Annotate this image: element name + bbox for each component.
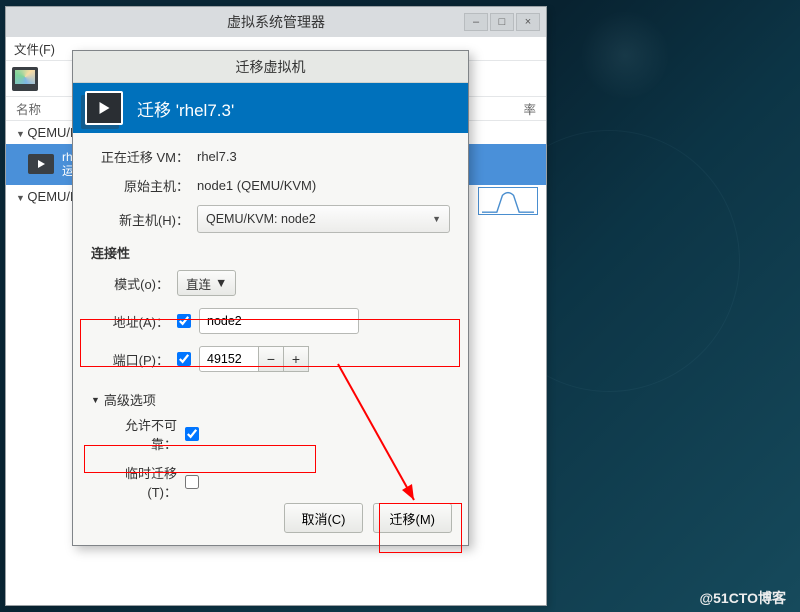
maximize-btn[interactable]: □ (490, 13, 514, 31)
close-btn[interactable]: × (516, 13, 540, 31)
address-input[interactable] (199, 308, 359, 334)
dialog-titlebar[interactable]: 迁移虚拟机 (73, 51, 468, 83)
temporary-checkbox[interactable] (185, 475, 199, 489)
advanced-expander[interactable]: 高级选项 (91, 390, 450, 409)
header-text: 迁移 'rhel7.3' (137, 96, 234, 121)
watermark: @51CTO博客 (699, 588, 786, 608)
chevron-down-icon: ▼ (215, 276, 227, 290)
window-title: 虚拟系统管理器 (227, 12, 325, 32)
vm-play-icon (28, 154, 54, 174)
migrate-dialog: 迁移虚拟机 迁移 'rhel7.3' 正在迁移 VM： rhel7.3 原始主机… (72, 50, 469, 546)
port-decr-button[interactable]: − (258, 346, 284, 372)
menu-file[interactable]: 文件(F) (14, 39, 55, 58)
port-incr-button[interactable]: + (283, 346, 309, 372)
value-vm-name: rhel7.3 (197, 149, 450, 164)
vm-icon (85, 91, 123, 125)
cpu-sparkline (478, 187, 538, 215)
minimize-btn[interactable]: – (464, 13, 488, 31)
label-allow-unsafe: 允许不可靠： (101, 415, 177, 453)
port-checkbox[interactable] (177, 352, 191, 366)
cancel-button[interactable]: 取消(C) (284, 503, 362, 533)
value-orig-host: node1 (QEMU/KVM) (197, 178, 450, 193)
label-migrating-vm: 正在迁移 VM： (91, 147, 189, 166)
port-input[interactable] (199, 346, 259, 372)
label-port: 端口(P)： (91, 350, 169, 369)
mode-button[interactable]: 直连 ▼ (177, 270, 236, 296)
new-host-value: QEMU/KVM: node2 (206, 212, 316, 226)
dialog-header: 迁移 'rhel7.3' (73, 83, 468, 133)
label-orig-host: 原始主机： (91, 176, 189, 195)
migrate-button[interactable]: 迁移(M) (373, 503, 453, 533)
new-vm-icon[interactable] (12, 67, 38, 91)
label-new-host: 新主机(H)： (91, 210, 189, 229)
new-host-combo[interactable]: QEMU/KVM: node2 ▼ (197, 205, 450, 233)
dialog-title: 迁移虚拟机 (236, 57, 306, 77)
label-mode: 模式(o)： (91, 274, 169, 293)
address-checkbox[interactable] (177, 314, 191, 328)
col-rate: 率 (523, 99, 536, 118)
allow-unsafe-checkbox[interactable] (185, 427, 199, 441)
label-temporary: 临时迁移(T)： (101, 463, 177, 501)
chevron-down-icon: ▼ (432, 214, 441, 224)
label-address: 地址(A)： (91, 312, 169, 331)
titlebar[interactable]: 虚拟系统管理器 – □ × (6, 7, 546, 37)
section-connectivity: 连接性 (91, 243, 450, 262)
